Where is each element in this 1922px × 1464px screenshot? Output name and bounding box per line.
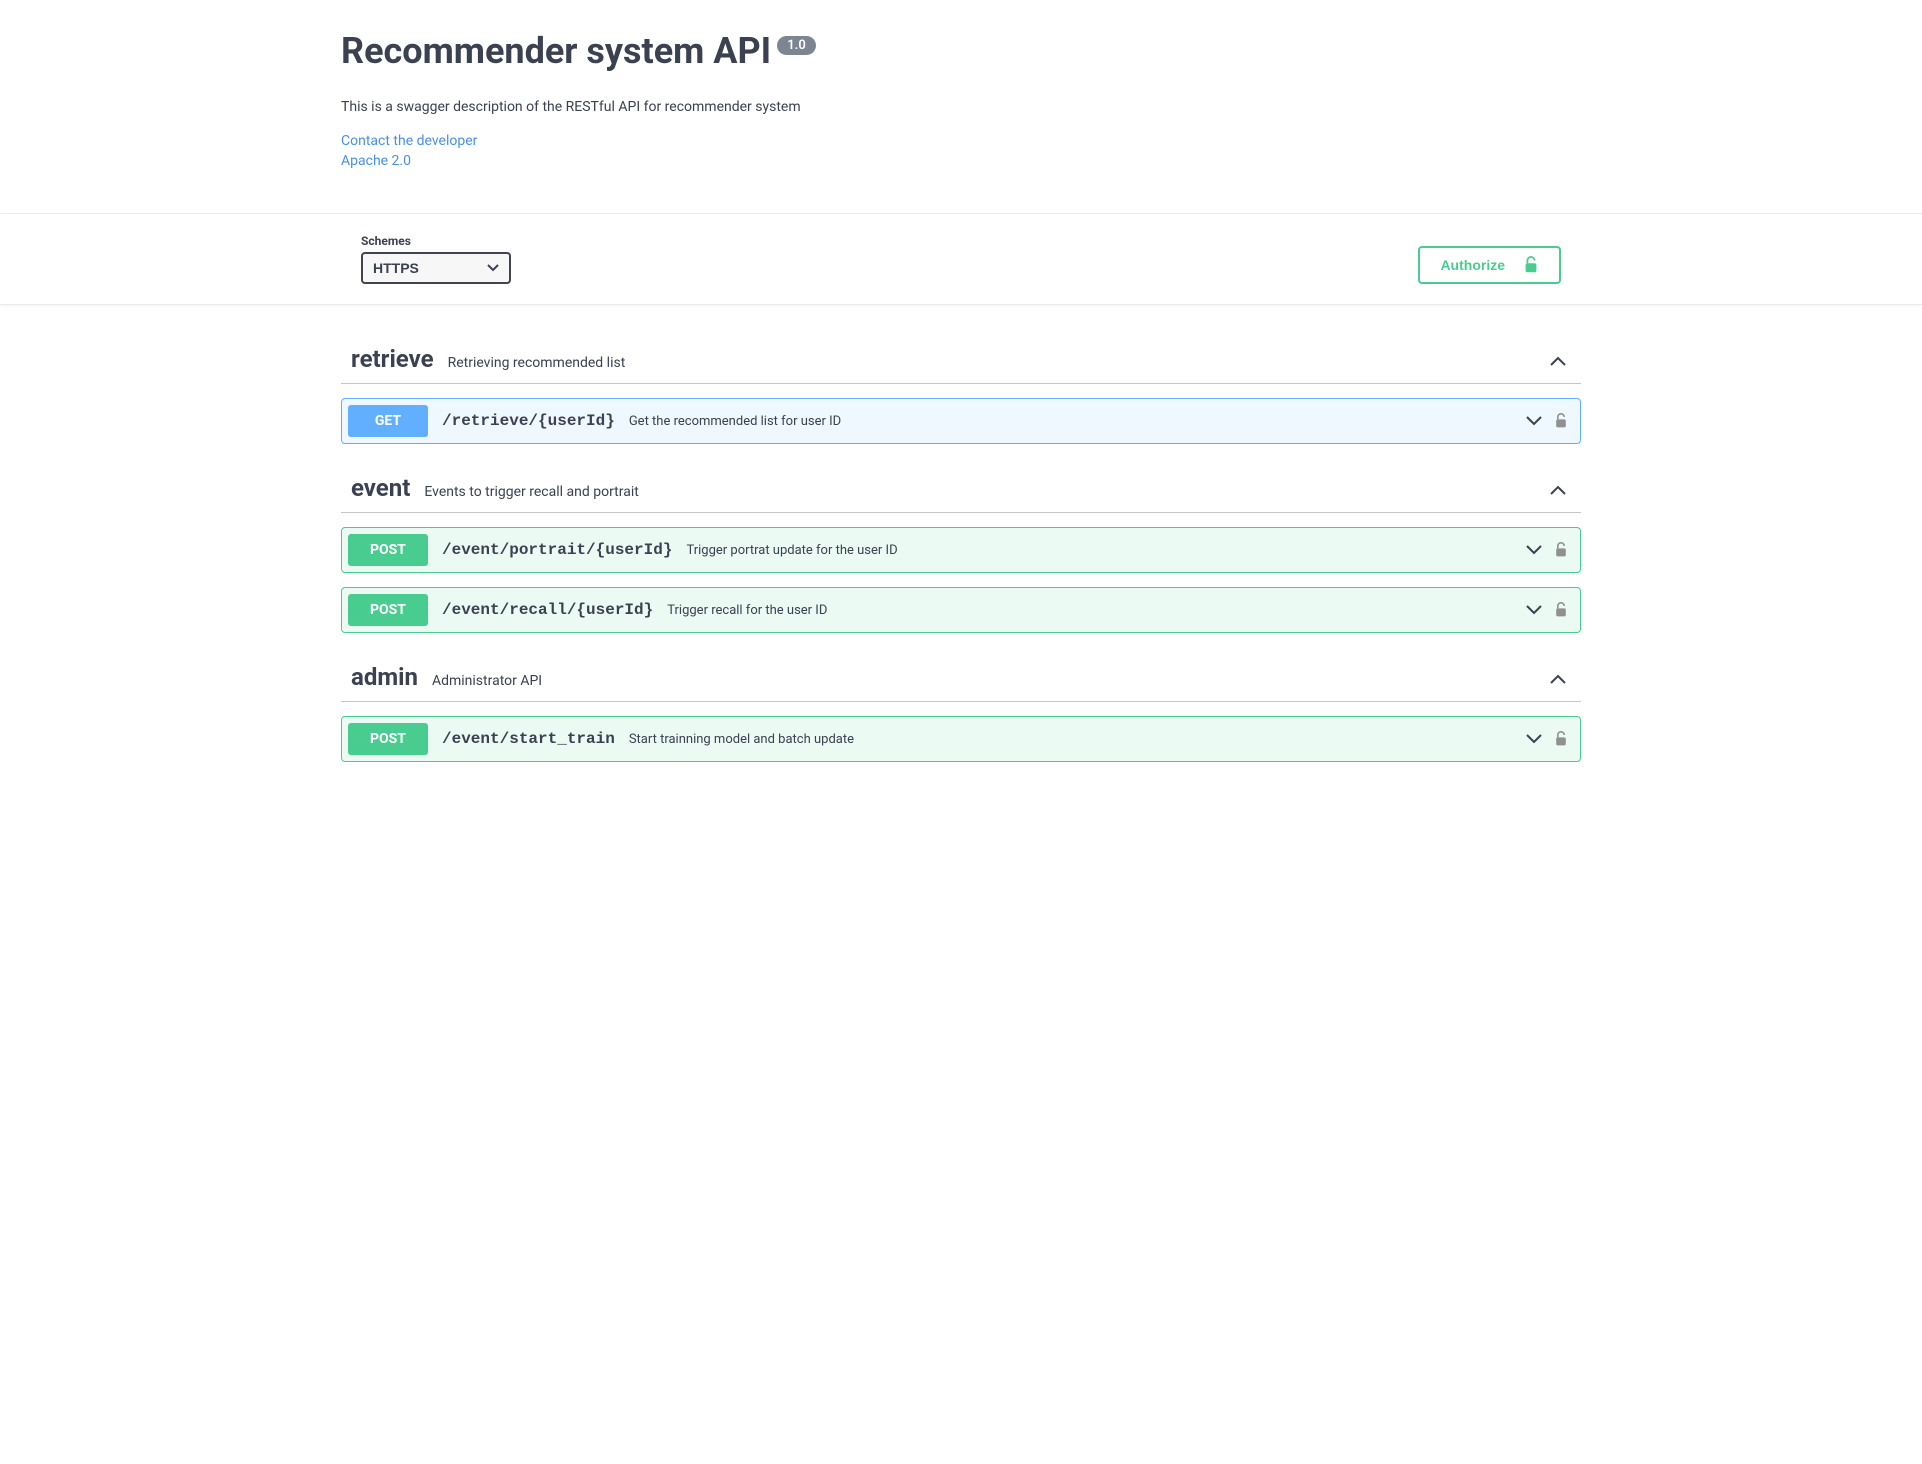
license-link[interactable]: Apache 2.0 — [341, 153, 1581, 169]
operation-summary: Start trainning model and batch update — [629, 732, 854, 747]
operation-row[interactable]: POST /event/portrait/{userId} Trigger po… — [341, 527, 1581, 573]
tag-header-admin[interactable]: admin Administrator API — [341, 653, 1581, 702]
chevron-down-icon — [1526, 734, 1542, 744]
schemes-select[interactable]: HTTPS — [361, 252, 511, 284]
chevron-up-icon — [1549, 355, 1567, 367]
operation-row[interactable]: POST /event/start_train Start trainning … — [341, 716, 1581, 762]
tag-name: retrieve — [351, 345, 434, 373]
operation-row[interactable]: POST /event/recall/{userId} Trigger reca… — [341, 587, 1581, 633]
operation-summary: Trigger recall for the user ID — [667, 603, 827, 618]
api-header: Recommender system API 1.0 This is a swa… — [341, 0, 1581, 213]
tag-name: admin — [351, 663, 418, 691]
operation-path: /event/start_train — [442, 730, 615, 748]
unlock-icon — [1554, 731, 1568, 747]
unlock-icon — [1554, 413, 1568, 429]
tag-block-admin: admin Administrator API POST /event/star… — [341, 653, 1581, 762]
operation-summary: Get the recommended list for user ID — [629, 414, 841, 429]
chevron-down-icon — [1526, 545, 1542, 555]
chevron-up-icon — [1549, 484, 1567, 496]
api-description: This is a swagger description of the RES… — [341, 99, 1581, 115]
operation-path: /event/recall/{userId} — [442, 601, 653, 619]
api-links: Contact the developer Apache 2.0 — [341, 133, 1581, 169]
unlock-icon — [1523, 256, 1539, 274]
tag-name: event — [351, 474, 410, 502]
operation-summary: Trigger portrat update for the user ID — [686, 543, 897, 558]
schemes-bar: Schemes HTTPS Authorize — [0, 213, 1922, 305]
operation-path: /retrieve/{userId} — [442, 412, 615, 430]
api-title: Recommender system API — [341, 30, 771, 73]
version-badge: 1.0 — [777, 36, 816, 55]
operations-section: retrieve Retrieving recommended list GET… — [341, 305, 1581, 842]
tag-description: Retrieving recommended list — [448, 355, 626, 371]
tag-description: Administrator API — [432, 673, 542, 689]
schemes-group: Schemes HTTPS — [361, 234, 511, 284]
unlock-icon — [1554, 602, 1568, 618]
chevron-down-icon — [1526, 416, 1542, 426]
operation-row[interactable]: GET /retrieve/{userId} Get the recommend… — [341, 398, 1581, 444]
tag-block-retrieve: retrieve Retrieving recommended list GET… — [341, 335, 1581, 444]
authorize-label: Authorize — [1440, 257, 1505, 273]
tag-block-event: event Events to trigger recall and portr… — [341, 464, 1581, 633]
unlock-icon — [1554, 542, 1568, 558]
schemes-label: Schemes — [361, 234, 511, 248]
authorize-button[interactable]: Authorize — [1418, 246, 1561, 284]
operation-path: /event/portrait/{userId} — [442, 541, 672, 559]
chevron-up-icon — [1549, 673, 1567, 685]
method-badge-get: GET — [348, 405, 428, 437]
method-badge-post: POST — [348, 534, 428, 566]
tag-header-event[interactable]: event Events to trigger recall and portr… — [341, 464, 1581, 513]
method-badge-post: POST — [348, 594, 428, 626]
tag-header-retrieve[interactable]: retrieve Retrieving recommended list — [341, 335, 1581, 384]
chevron-down-icon — [1526, 605, 1542, 615]
contact-link[interactable]: Contact the developer — [341, 133, 1581, 149]
tag-description: Events to trigger recall and portrait — [424, 484, 638, 500]
method-badge-post: POST — [348, 723, 428, 755]
